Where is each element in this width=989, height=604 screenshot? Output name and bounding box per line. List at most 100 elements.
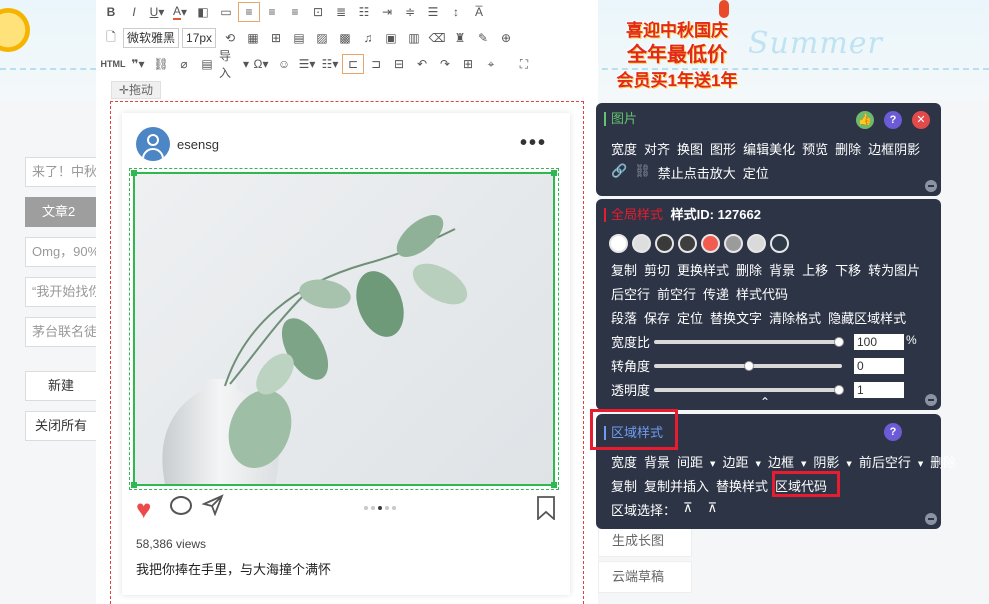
drag-handle[interactable]: ✛拖动: [111, 81, 161, 99]
avatar[interactable]: [136, 127, 170, 161]
emoji-icon[interactable]: ☺: [273, 54, 295, 74]
image-float-icon[interactable]: ⊡: [307, 2, 329, 22]
disable-zoom-action[interactable]: 禁止点击放大: [658, 163, 736, 182]
quote-icon[interactable]: ❞ ▾: [127, 54, 149, 74]
layout-icon[interactable]: ▥: [403, 28, 425, 48]
image-icon[interactable]: ▨: [311, 28, 333, 48]
post-image[interactable]: [135, 174, 553, 484]
color-swatch[interactable]: [678, 234, 697, 253]
unlink-icon[interactable]: ⛓: [634, 163, 651, 182]
unlink-icon[interactable]: ⌀: [173, 54, 195, 74]
clear-format-action[interactable]: 清除格式: [769, 308, 821, 327]
indent-icon[interactable]: ⇥: [376, 2, 398, 22]
slider-knob[interactable]: [744, 361, 754, 371]
background-action[interactable]: 背景: [644, 452, 670, 471]
resize-handle[interactable]: [131, 170, 137, 176]
cloud-draft-tab[interactable]: 云端草稿: [598, 561, 692, 593]
close-icon[interactable]: ✕: [912, 111, 930, 129]
send-icon[interactable]: [202, 494, 224, 516]
copy-action[interactable]: 复制: [611, 476, 637, 495]
margin-dropdown[interactable]: 边距 ▾: [722, 452, 760, 471]
bold-icon[interactable]: B: [100, 2, 122, 22]
import-button[interactable]: 导入 ▾: [219, 49, 249, 80]
more-options-icon[interactable]: •••: [520, 132, 547, 155]
font-family-select[interactable]: 微软雅黑: [123, 28, 180, 48]
shape-action[interactable]: 图形: [710, 139, 736, 158]
link-icon[interactable]: 🔗: [611, 163, 627, 182]
cut-action[interactable]: 剪切: [644, 260, 670, 279]
save-action[interactable]: 保存: [644, 308, 670, 327]
pass-action[interactable]: 传递: [703, 284, 729, 303]
article-item[interactable]: 来了！中秋: [25, 157, 97, 187]
eraser-icon[interactable]: ⌫: [426, 28, 448, 48]
border-dropdown[interactable]: 边框 ▾: [768, 452, 806, 471]
slider-value-input[interactable]: 100: [854, 334, 904, 350]
article-item[interactable]: “我开始找你: [25, 277, 97, 307]
comment-icon[interactable]: [170, 496, 192, 515]
article-item-active[interactable]: 文章2: [25, 197, 97, 227]
font-color-icon[interactable]: A ▾: [169, 2, 191, 22]
zoom-icon[interactable]: ⊕: [495, 28, 517, 48]
copy-insert-action[interactable]: 复制并插入: [644, 476, 709, 495]
html-source-icon[interactable]: HTML: [100, 54, 126, 74]
replace-image-action[interactable]: 换图: [677, 139, 703, 158]
select-all-icon[interactable]: ⊞: [457, 54, 479, 74]
resize-handle[interactable]: [131, 482, 137, 488]
preview-action[interactable]: 预览: [802, 139, 828, 158]
paragraph-action[interactable]: 段落: [611, 308, 637, 327]
color-swatch[interactable]: [747, 234, 766, 253]
select-top-icon[interactable]: ⊼: [708, 500, 718, 519]
omega-icon[interactable]: Ω▾: [250, 54, 272, 74]
color-swatch[interactable]: [724, 234, 743, 253]
delete-action[interactable]: 删除: [736, 260, 762, 279]
heart-icon[interactable]: ♥: [136, 496, 151, 522]
edit-beautify-action[interactable]: 编辑美化: [743, 139, 795, 158]
move-up-action[interactable]: 上移: [802, 260, 828, 279]
article-item[interactable]: 茅台联名徒: [25, 317, 97, 347]
thumb-up-icon[interactable]: 👍: [856, 111, 874, 129]
color-swatch[interactable]: [701, 234, 720, 253]
resize-handle[interactable]: [551, 170, 557, 176]
article-item[interactable]: Omg，90%: [25, 237, 97, 267]
indent-left-icon[interactable]: ⊏: [342, 54, 364, 74]
indent-right-icon[interactable]: ⊐: [365, 54, 387, 74]
document-icon[interactable]: 🗋: [100, 28, 122, 48]
select-parent-icon[interactable]: ⊼: [683, 500, 693, 519]
minimize-icon[interactable]: [925, 180, 937, 192]
redo-icon[interactable]: ↷: [434, 54, 456, 74]
undo-icon[interactable]: ↶: [411, 54, 433, 74]
line-height-icon[interactable]: ≑: [399, 2, 421, 22]
underline-icon[interactable]: U ▾: [146, 2, 168, 22]
width-action[interactable]: 宽度: [611, 452, 637, 471]
spacing-dropdown[interactable]: 间距 ▾: [677, 452, 715, 471]
change-style-action[interactable]: 更换样式: [677, 260, 729, 279]
slider-value-input[interactable]: 1: [854, 382, 904, 398]
letter-spacing-icon[interactable]: ↕: [445, 2, 467, 22]
file-icon[interactable]: ▤: [288, 28, 310, 48]
slider-track[interactable]: [654, 361, 842, 371]
font-size-select[interactable]: 17px: [182, 28, 217, 48]
hide-region-style-action[interactable]: 隐藏区域样式: [828, 308, 906, 327]
insert-icon[interactable]: ▤: [196, 54, 218, 74]
close-all-button[interactable]: 关闭所有: [25, 411, 97, 441]
copy-action[interactable]: 复制: [611, 260, 637, 279]
width-action[interactable]: 宽度: [611, 139, 637, 158]
color-swatch[interactable]: [770, 234, 789, 253]
generate-long-image-tab[interactable]: 生成长图: [598, 525, 692, 557]
blank-lines-dropdown[interactable]: 前后空行 ▾: [859, 452, 923, 471]
slider-track[interactable]: [654, 385, 844, 395]
color-swatch[interactable]: [655, 234, 674, 253]
remove-format-icon[interactable]: ⟲: [219, 28, 241, 48]
gallery-icon[interactable]: ▩: [334, 28, 356, 48]
paragraph-spacing-icon[interactable]: ☰: [422, 2, 444, 22]
replace-text-action[interactable]: 替换文字: [710, 308, 762, 327]
magic-wand-icon[interactable]: ✎: [472, 28, 494, 48]
slider-track[interactable]: [654, 337, 844, 347]
slider-knob[interactable]: [834, 385, 844, 395]
slider-knob[interactable]: [834, 337, 844, 347]
new-button[interactable]: 新建: [25, 371, 97, 401]
move-down-action[interactable]: 下移: [835, 260, 861, 279]
music-icon[interactable]: ♫: [357, 28, 379, 48]
border-shadow-action[interactable]: 边框阴影: [868, 139, 920, 158]
grid-icon[interactable]: ⊞: [265, 28, 287, 48]
